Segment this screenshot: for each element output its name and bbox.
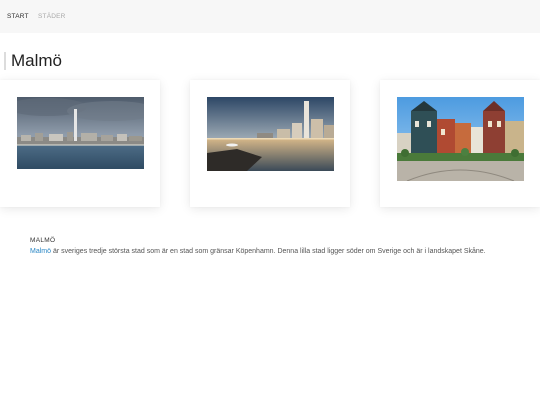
image-card-square[interactable]	[380, 80, 540, 207]
image-card-skyline[interactable]	[0, 80, 160, 207]
top-navigation: START STÄDER	[0, 0, 540, 33]
page-title: Malmö	[11, 51, 63, 70]
turning-torso-image	[207, 97, 334, 171]
info-heading: MALMÖ	[30, 237, 56, 244]
info-text: Malmö är sveriges tredje största stad so…	[30, 247, 510, 257]
info-body: är sveriges tredje största stad som är e…	[51, 248, 486, 255]
city-info: MALMÖ Malmö är sveriges tredje största s…	[30, 237, 510, 257]
malmo-link[interactable]: Malmö	[30, 248, 51, 255]
page-title-block: Malmö	[4, 52, 62, 70]
skyline-image	[17, 97, 144, 169]
nav-link-start[interactable]: START	[7, 13, 29, 20]
square-buildings-image	[397, 97, 524, 181]
image-card-turning-torso[interactable]	[190, 80, 350, 207]
nav-link-stader[interactable]: STÄDER	[38, 13, 66, 20]
